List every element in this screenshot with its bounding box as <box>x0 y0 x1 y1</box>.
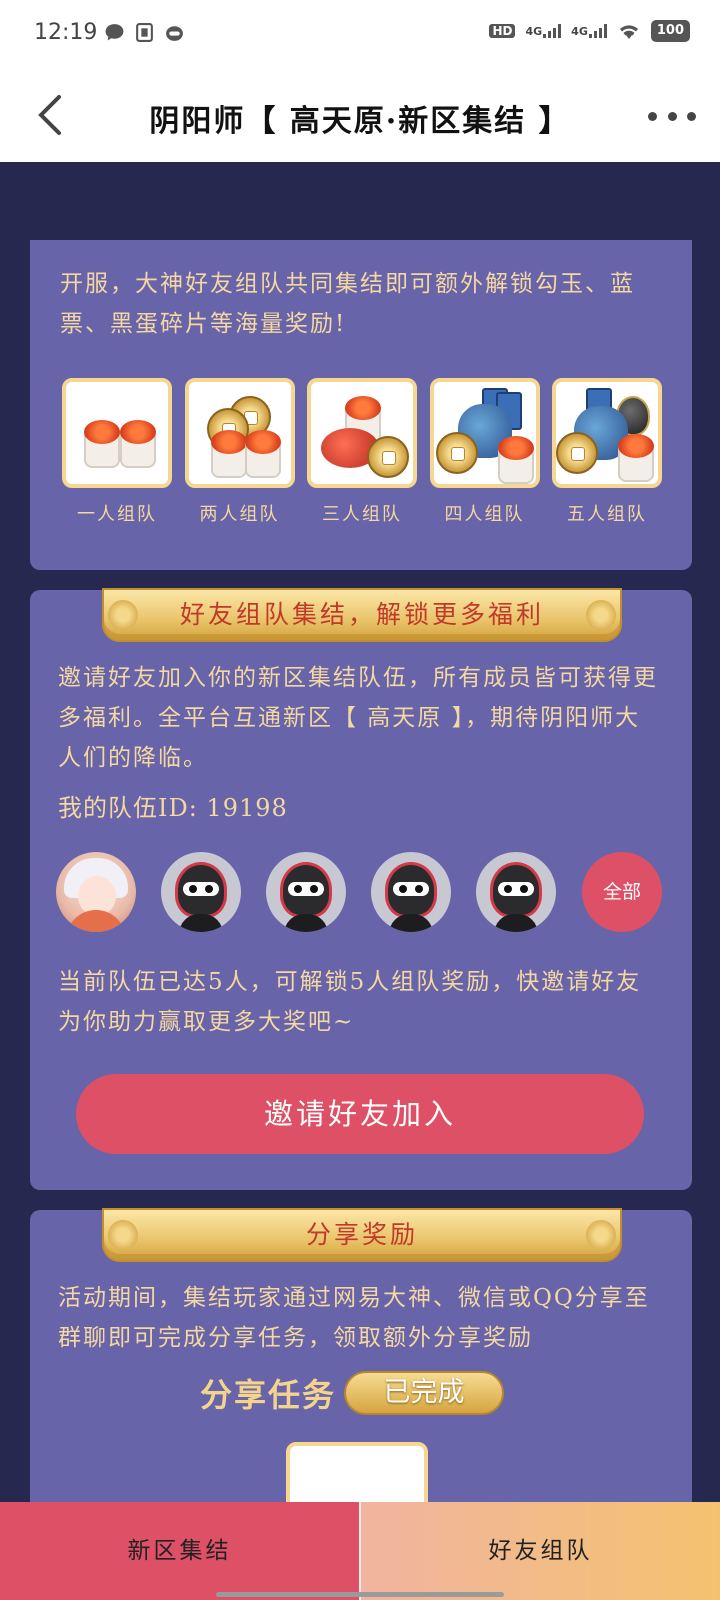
dot-icon <box>667 111 677 121</box>
reward-label: 三人组队 <box>322 504 402 525</box>
sushi-icon <box>120 420 156 468</box>
reward-tier-list: 一人组队 两人组队 三人组队 四人组队 五人组队 <box>62 378 662 526</box>
team-status-text: 当前队伍已达5人，可解锁5人组队奖励，快邀请好友为你助力赢取更多大奖吧~ <box>58 969 642 1035</box>
status-system-icons: HD 4G 4G 100 <box>489 20 690 42</box>
coin-icon <box>435 432 478 474</box>
sim-card-icon <box>136 23 153 42</box>
team-rewards-card: 开服，大神好友组队共同集结即可额外解锁勾玉、蓝票、黑蛋碎片等海量奖励! 一人组队… <box>30 240 692 570</box>
signal-icon-2: 4G <box>571 24 607 38</box>
share-description: 活动期间，集结玩家通过网易大神、微信或QQ分享至群聊即可完成分享任务，领取额外分… <box>58 1285 650 1351</box>
task-complete-badge: 已完成 <box>344 1371 505 1415</box>
hd-icon: HD <box>489 24 516 38</box>
reward-tier-5[interactable]: 五人组队 <box>552 378 662 526</box>
section-title: 分享奖励 <box>305 1220 418 1249</box>
reward-image <box>184 378 295 488</box>
friend-team-card: 好友组队集结，解锁更多福利 邀请好友加入你的新区集结队伍，所有成员皆可获得更多福… <box>30 588 692 1190</box>
member-avatar[interactable] <box>476 852 556 932</box>
sushi-icon <box>618 434 654 482</box>
coin-icon <box>367 436 409 478</box>
back-button[interactable] <box>26 90 72 140</box>
status-time: 12:19 <box>34 20 98 45</box>
sushi-icon <box>244 430 281 478</box>
invite-friends-button[interactable]: 邀请好友加入 <box>76 1074 644 1154</box>
reward-image <box>62 378 172 488</box>
member-avatar[interactable] <box>161 852 241 932</box>
dot-icon <box>687 111 696 121</box>
sushi-icon <box>497 436 534 484</box>
reward-image <box>552 378 662 488</box>
reward-tier-1[interactable]: 一人组队 <box>62 378 172 526</box>
chat-bubble-icon <box>105 24 124 41</box>
reward-label: 一人组队 <box>77 504 157 525</box>
page-title: 阴阳师【 高天原·新区集结 】 <box>149 104 571 139</box>
team-description: 邀请好友加入你的新区集结队伍，所有成员皆可获得更多福利。全平台互通新区【 高天原… <box>58 665 658 771</box>
view-all-members-button[interactable]: 全部 <box>582 852 662 932</box>
section-ribbon: 好友组队集结，解锁更多福利 <box>102 588 622 642</box>
reward-image <box>429 378 540 488</box>
battery-icon: 100 <box>650 20 690 42</box>
status-bar: 12:19 HD 4G 4G 100 <box>0 0 720 68</box>
more-options-button[interactable] <box>648 104 696 128</box>
dot-icon <box>648 111 657 121</box>
member-avatar[interactable] <box>56 852 136 932</box>
sushi-icon <box>84 420 120 468</box>
reward-label: 五人组队 <box>567 504 647 525</box>
signal-icon-1: 4G <box>525 24 562 38</box>
reward-label: 四人组队 <box>444 504 525 525</box>
reward-tier-2[interactable]: 两人组队 <box>184 378 295 526</box>
share-task-label: 分享任务 <box>200 1376 337 1414</box>
section-ribbon: 分享奖励 <box>102 1208 622 1262</box>
reward-label: 两人组队 <box>199 504 280 525</box>
member-avatar[interactable] <box>266 852 346 932</box>
team-member-list: 全部 <box>56 852 662 932</box>
bottom-tab-bar: 新区集结 好友组队 <box>0 1502 720 1600</box>
sushi-icon <box>210 430 247 478</box>
team-rewards-text: 开服，大神好友组队共同集结即可额外解锁勾玉、蓝票、黑蛋碎片等海量奖励! <box>60 271 635 337</box>
tab-friend-team[interactable]: 好友组队 <box>361 1502 720 1600</box>
wifi-icon <box>619 25 638 39</box>
tab-new-server[interactable]: 新区集结 <box>0 1502 361 1600</box>
home-indicator[interactable] <box>216 1592 504 1597</box>
status-notification-icons <box>104 22 185 43</box>
coin-icon <box>556 432 598 474</box>
team-id: 我的队伍ID: 19198 <box>58 794 288 822</box>
reward-tier-3[interactable]: 三人组队 <box>307 378 417 526</box>
mascot-icon <box>166 26 183 41</box>
reward-image <box>307 378 417 488</box>
section-title: 好友组队集结，解锁更多福利 <box>179 600 544 629</box>
member-avatar[interactable] <box>371 852 451 932</box>
nav-bar: 阴阳师【 高天原·新区集结 】 <box>0 68 720 162</box>
reward-tier-4[interactable]: 四人组队 <box>429 378 540 526</box>
chevron-left-icon <box>38 95 61 135</box>
share-task-row: 分享任务 已完成 <box>200 1370 505 1416</box>
